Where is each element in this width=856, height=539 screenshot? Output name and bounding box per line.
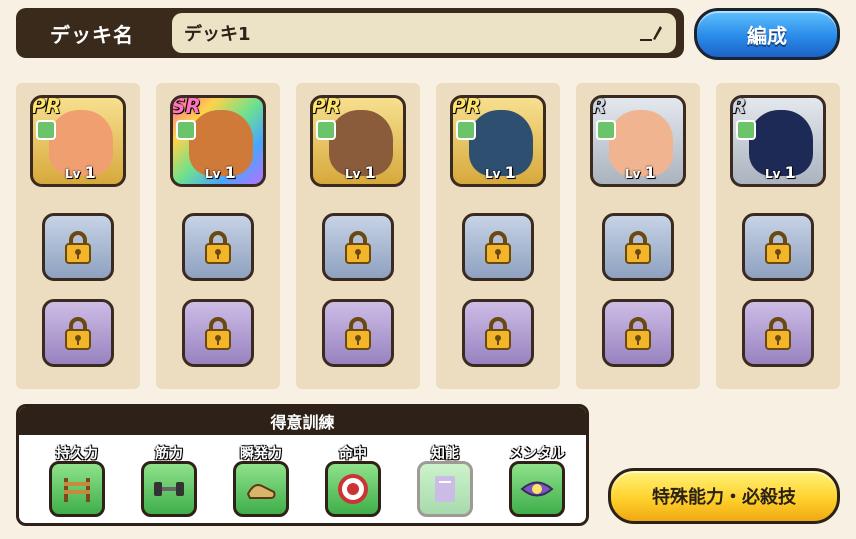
rarity-badge: PR [311, 95, 342, 118]
support-card[interactable]: PR Lv 1 [310, 95, 406, 187]
locked-slot[interactable] [42, 213, 114, 281]
card-level: Lv 1 [205, 163, 236, 182]
locked-slot[interactable] [462, 299, 534, 367]
target-icon [325, 461, 381, 517]
training-label: 持久力 [56, 446, 98, 462]
dumbbell-icon [141, 461, 197, 517]
training-label: 命中 [339, 446, 367, 462]
locked-slot[interactable] [182, 299, 254, 367]
deck-name-value: デッキ1 [184, 24, 251, 45]
deck-column: R Lv 1 [576, 83, 700, 389]
dumbbell-type-icon [36, 120, 56, 140]
locked-slot[interactable] [322, 213, 394, 281]
hurdle-type-icon [176, 120, 196, 140]
special-abilities-button[interactable]: 特殊能力・必殺技 [608, 468, 840, 524]
rarity-badge: PR [451, 95, 482, 118]
deck-column: PR Lv 1 [436, 83, 560, 389]
deck-column: R Lv 1 [716, 83, 840, 389]
training-item[interactable]: 筋力 [131, 443, 207, 523]
training-item[interactable]: 命中 [315, 443, 391, 523]
lock-icon [625, 317, 651, 350]
support-card[interactable]: PR Lv 1 [450, 95, 546, 187]
eye-icon [509, 461, 565, 517]
deck-column: SR Lv 1 [156, 83, 280, 389]
card-level: Lv 1 [485, 163, 516, 182]
locked-slot[interactable] [322, 299, 394, 367]
support-card[interactable]: PR Lv 1 [30, 95, 126, 187]
card-level: Lv 1 [65, 163, 96, 182]
training-item[interactable]: 持久力 [39, 443, 115, 523]
rarity-badge: SR [171, 95, 201, 118]
deck-name-field[interactable]: デッキ1 [172, 13, 676, 53]
lock-icon [65, 231, 91, 264]
lock-icon [485, 231, 511, 264]
training-label: 瞬発力 [240, 446, 282, 462]
edit-deck-button[interactable]: 編成 [694, 8, 840, 60]
brain-type-icon [596, 120, 616, 140]
training-label: 知能 [431, 446, 459, 462]
training-panel: 得意訓練 持久力 筋力 瞬発力 命中 知能 メンタル [16, 404, 589, 526]
deck-column: PR Lv 1 [296, 83, 420, 389]
support-card[interactable]: R Lv 1 [730, 95, 826, 187]
lock-icon [205, 231, 231, 264]
card-level: Lv 1 [625, 163, 656, 182]
book-icon [417, 461, 473, 517]
training-item[interactable]: 知能 [407, 443, 483, 523]
lock-icon [625, 231, 651, 264]
support-card[interactable]: SR Lv 1 [170, 95, 266, 187]
lock-icon [765, 231, 791, 264]
card-level: Lv 1 [765, 163, 796, 182]
locked-slot[interactable] [42, 299, 114, 367]
target-type-icon [456, 120, 476, 140]
rarity-badge: R [591, 95, 607, 118]
locked-slot[interactable] [602, 213, 674, 281]
lock-icon [345, 317, 371, 350]
training-label: 筋力 [155, 446, 183, 462]
lock-icon [765, 317, 791, 350]
support-card[interactable]: R Lv 1 [590, 95, 686, 187]
heart-type-icon [736, 120, 756, 140]
deck-column: PR Lv 1 [16, 83, 140, 389]
locked-slot[interactable] [742, 213, 814, 281]
rarity-badge: R [731, 95, 747, 118]
lock-icon [485, 317, 511, 350]
lock-icon [205, 317, 231, 350]
shoe-type-icon [316, 120, 336, 140]
lock-icon [65, 317, 91, 350]
training-label: メンタル [509, 446, 565, 462]
locked-slot[interactable] [742, 299, 814, 367]
training-item[interactable]: 瞬発力 [223, 443, 299, 523]
locked-slot[interactable] [602, 299, 674, 367]
card-level: Lv 1 [345, 163, 376, 182]
shoe-icon [233, 461, 289, 517]
hurdle-icon [49, 461, 105, 517]
training-title: 得意訓練 [19, 407, 586, 435]
locked-slot[interactable] [182, 213, 254, 281]
pencil-icon [640, 26, 662, 41]
lock-icon [345, 231, 371, 264]
training-item[interactable]: メンタル [499, 443, 575, 523]
locked-slot[interactable] [462, 213, 534, 281]
deck-name-label: デッキ名 [16, 8, 168, 58]
rarity-badge: PR [31, 95, 62, 118]
